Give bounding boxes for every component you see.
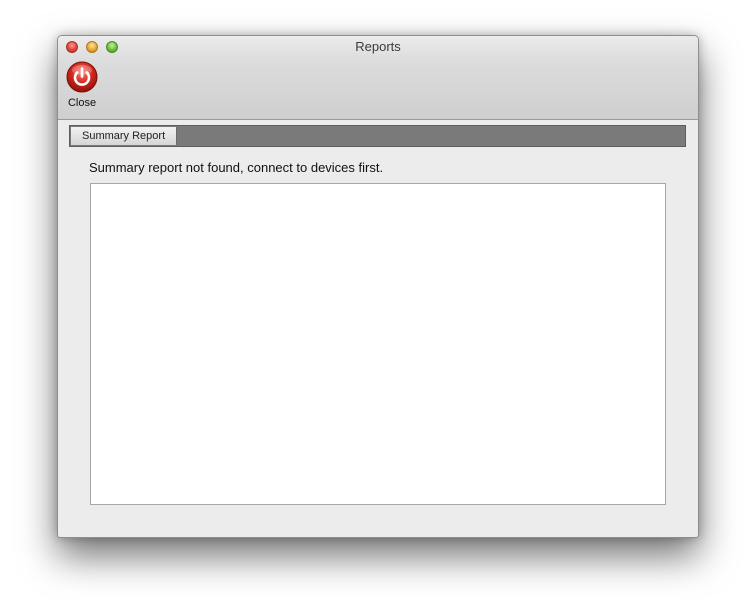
close-toolbar-label: Close: [67, 97, 97, 109]
close-toolbar-button[interactable]: Close: [64, 61, 100, 113]
reports-window: Reports Close Summary Report Summary rep…: [57, 35, 699, 538]
summary-report-text-area[interactable]: [90, 183, 666, 505]
window-toolbar: Reports Close: [58, 36, 698, 120]
power-icon: [66, 61, 98, 93]
window-title: Reports: [355, 39, 401, 54]
desktop-background: Reports Close Summary Report Summary rep…: [0, 0, 754, 616]
status-message: Summary report not found, connect to dev…: [89, 160, 384, 175]
report-tab-bar: Summary Report: [69, 125, 686, 147]
tab-summary-report[interactable]: Summary Report: [71, 127, 178, 145]
